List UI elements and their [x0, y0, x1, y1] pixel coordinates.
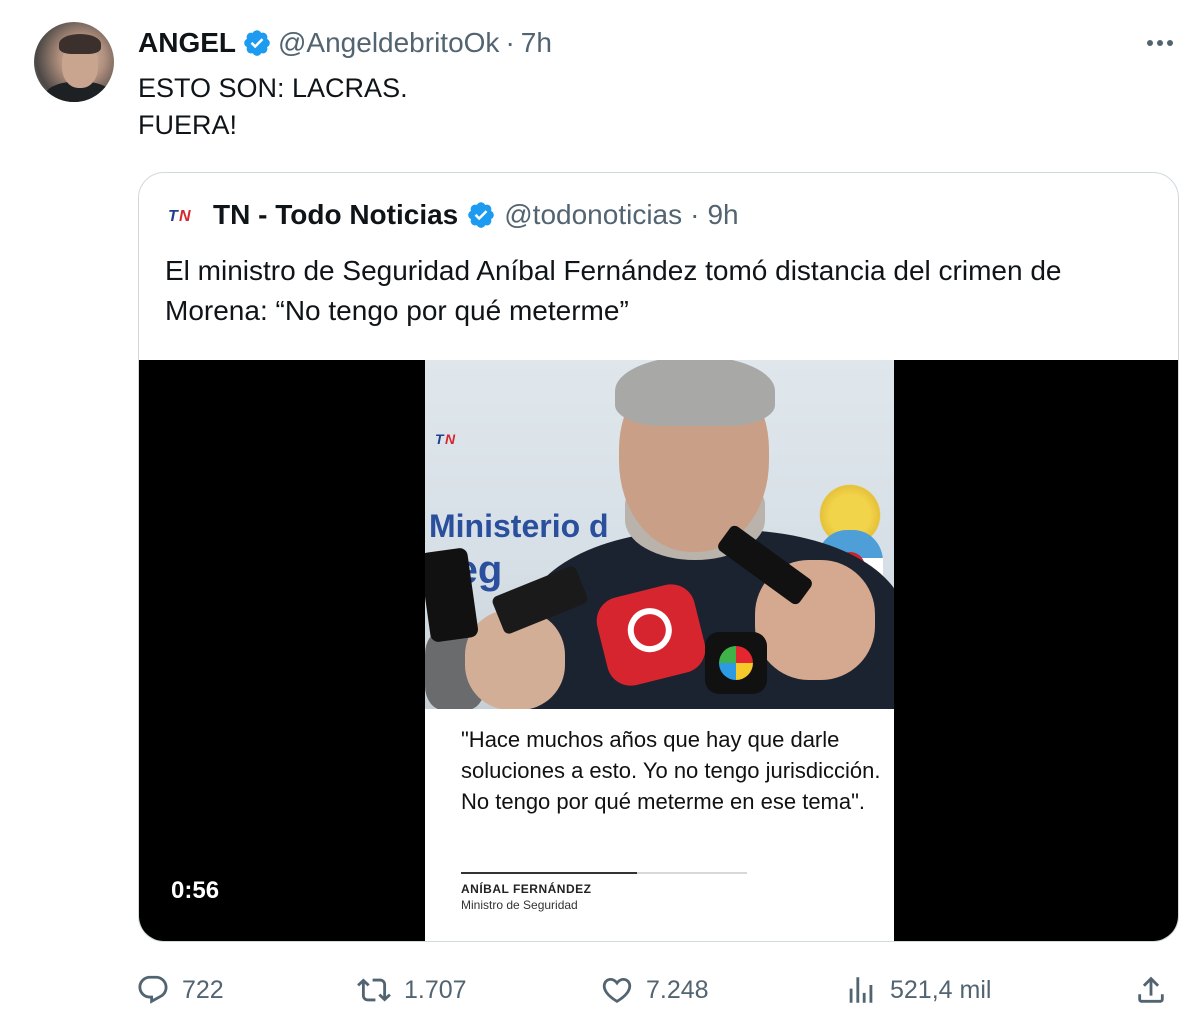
like-count: 7.248	[646, 975, 709, 1004]
more-dot	[1167, 40, 1173, 46]
repost-icon	[357, 978, 391, 1002]
tn-watermark-icon: T N	[435, 431, 456, 447]
quote-header: T N TN - Todo Noticias @todonoticias · 9…	[167, 199, 739, 231]
more-dot	[1147, 40, 1153, 46]
more-horizontal-icon[interactable]	[1140, 28, 1180, 58]
quote-text: El ministro de Seguridad Aníbal Fernánde…	[165, 255, 1062, 326]
verified-badge-icon	[468, 202, 495, 228]
microphone-black	[705, 632, 767, 694]
action-bar: 722 1.707 7.248 521,4 mil	[0, 966, 1200, 1014]
share-icon	[1138, 976, 1164, 1003]
author-avatar[interactable]	[34, 22, 114, 102]
reply-icon	[138, 975, 168, 1004]
reply-button[interactable]: 722	[136, 966, 224, 1014]
avatar-hair	[59, 34, 101, 54]
more-dot	[1157, 40, 1163, 46]
video-player[interactable]: T N Ministerio d Seg	[139, 360, 1178, 941]
svg-text:T: T	[168, 208, 179, 225]
caption-divider-accent	[461, 872, 637, 874]
repost-count: 1.707	[404, 975, 467, 1004]
video-frame: T N Ministerio d Seg	[425, 360, 894, 941]
quote-handle[interactable]: @todonoticias	[504, 199, 682, 231]
speaker-hair	[615, 360, 775, 426]
quoted-tweet[interactable]: T N TN - Todo Noticias @todonoticias · 9…	[138, 172, 1179, 942]
quote-separator: ·	[690, 199, 700, 230]
verified-badge-icon	[244, 30, 270, 56]
caption-speaker-role: Ministro de Seguridad	[461, 898, 578, 912]
tweet-time[interactable]: 7h	[521, 27, 552, 59]
tn-logo-icon: T N	[167, 204, 205, 226]
tweet-text: ESTO SON: LACRAS. FUERA!	[138, 70, 408, 144]
mic-logo	[719, 646, 753, 680]
svg-text:N: N	[445, 431, 456, 447]
quote-time[interactable]: 9h	[707, 199, 738, 231]
tweet-header: ANGEL @AngeldebritoOk · 7h	[138, 26, 552, 60]
svg-text:N: N	[179, 208, 191, 225]
caption-speaker-name: ANÍBAL FERNÁNDEZ	[461, 882, 592, 896]
author-display-name[interactable]: ANGEL	[138, 27, 236, 59]
tweet[interactable]: ANGEL @AngeldebritoOk · 7h ESTO SON: LAC…	[0, 0, 1200, 1027]
tweet-text-line: ESTO SON: LACRAS.	[138, 73, 408, 103]
video-duration: 0:56	[171, 877, 220, 904]
quote-display-name[interactable]: TN - Todo Noticias	[213, 199, 458, 231]
mic-logo	[623, 603, 677, 657]
header-separator: ·	[505, 27, 515, 58]
views-button[interactable]: 521,4 mil	[844, 966, 991, 1014]
caption-divider	[461, 872, 747, 874]
video-caption: "Hace muchos años que hay que darle solu…	[461, 727, 881, 814]
video-scene: T N Ministerio d Seg	[425, 360, 894, 709]
repost-button[interactable]: 1.707	[356, 966, 467, 1014]
author-handle[interactable]: @AngeldebritoOk	[278, 27, 499, 59]
views-chart-icon	[849, 977, 873, 1003]
share-button[interactable]	[1134, 966, 1168, 1014]
wall-sign-text: Ministerio d	[429, 508, 609, 544]
heart-icon	[602, 977, 632, 1003]
tweet-text-line: FUERA!	[138, 110, 238, 140]
like-button[interactable]: 7.248	[600, 966, 709, 1014]
views-count: 521,4 mil	[890, 975, 992, 1004]
svg-text:T: T	[435, 431, 445, 447]
reply-count: 722	[182, 975, 224, 1004]
